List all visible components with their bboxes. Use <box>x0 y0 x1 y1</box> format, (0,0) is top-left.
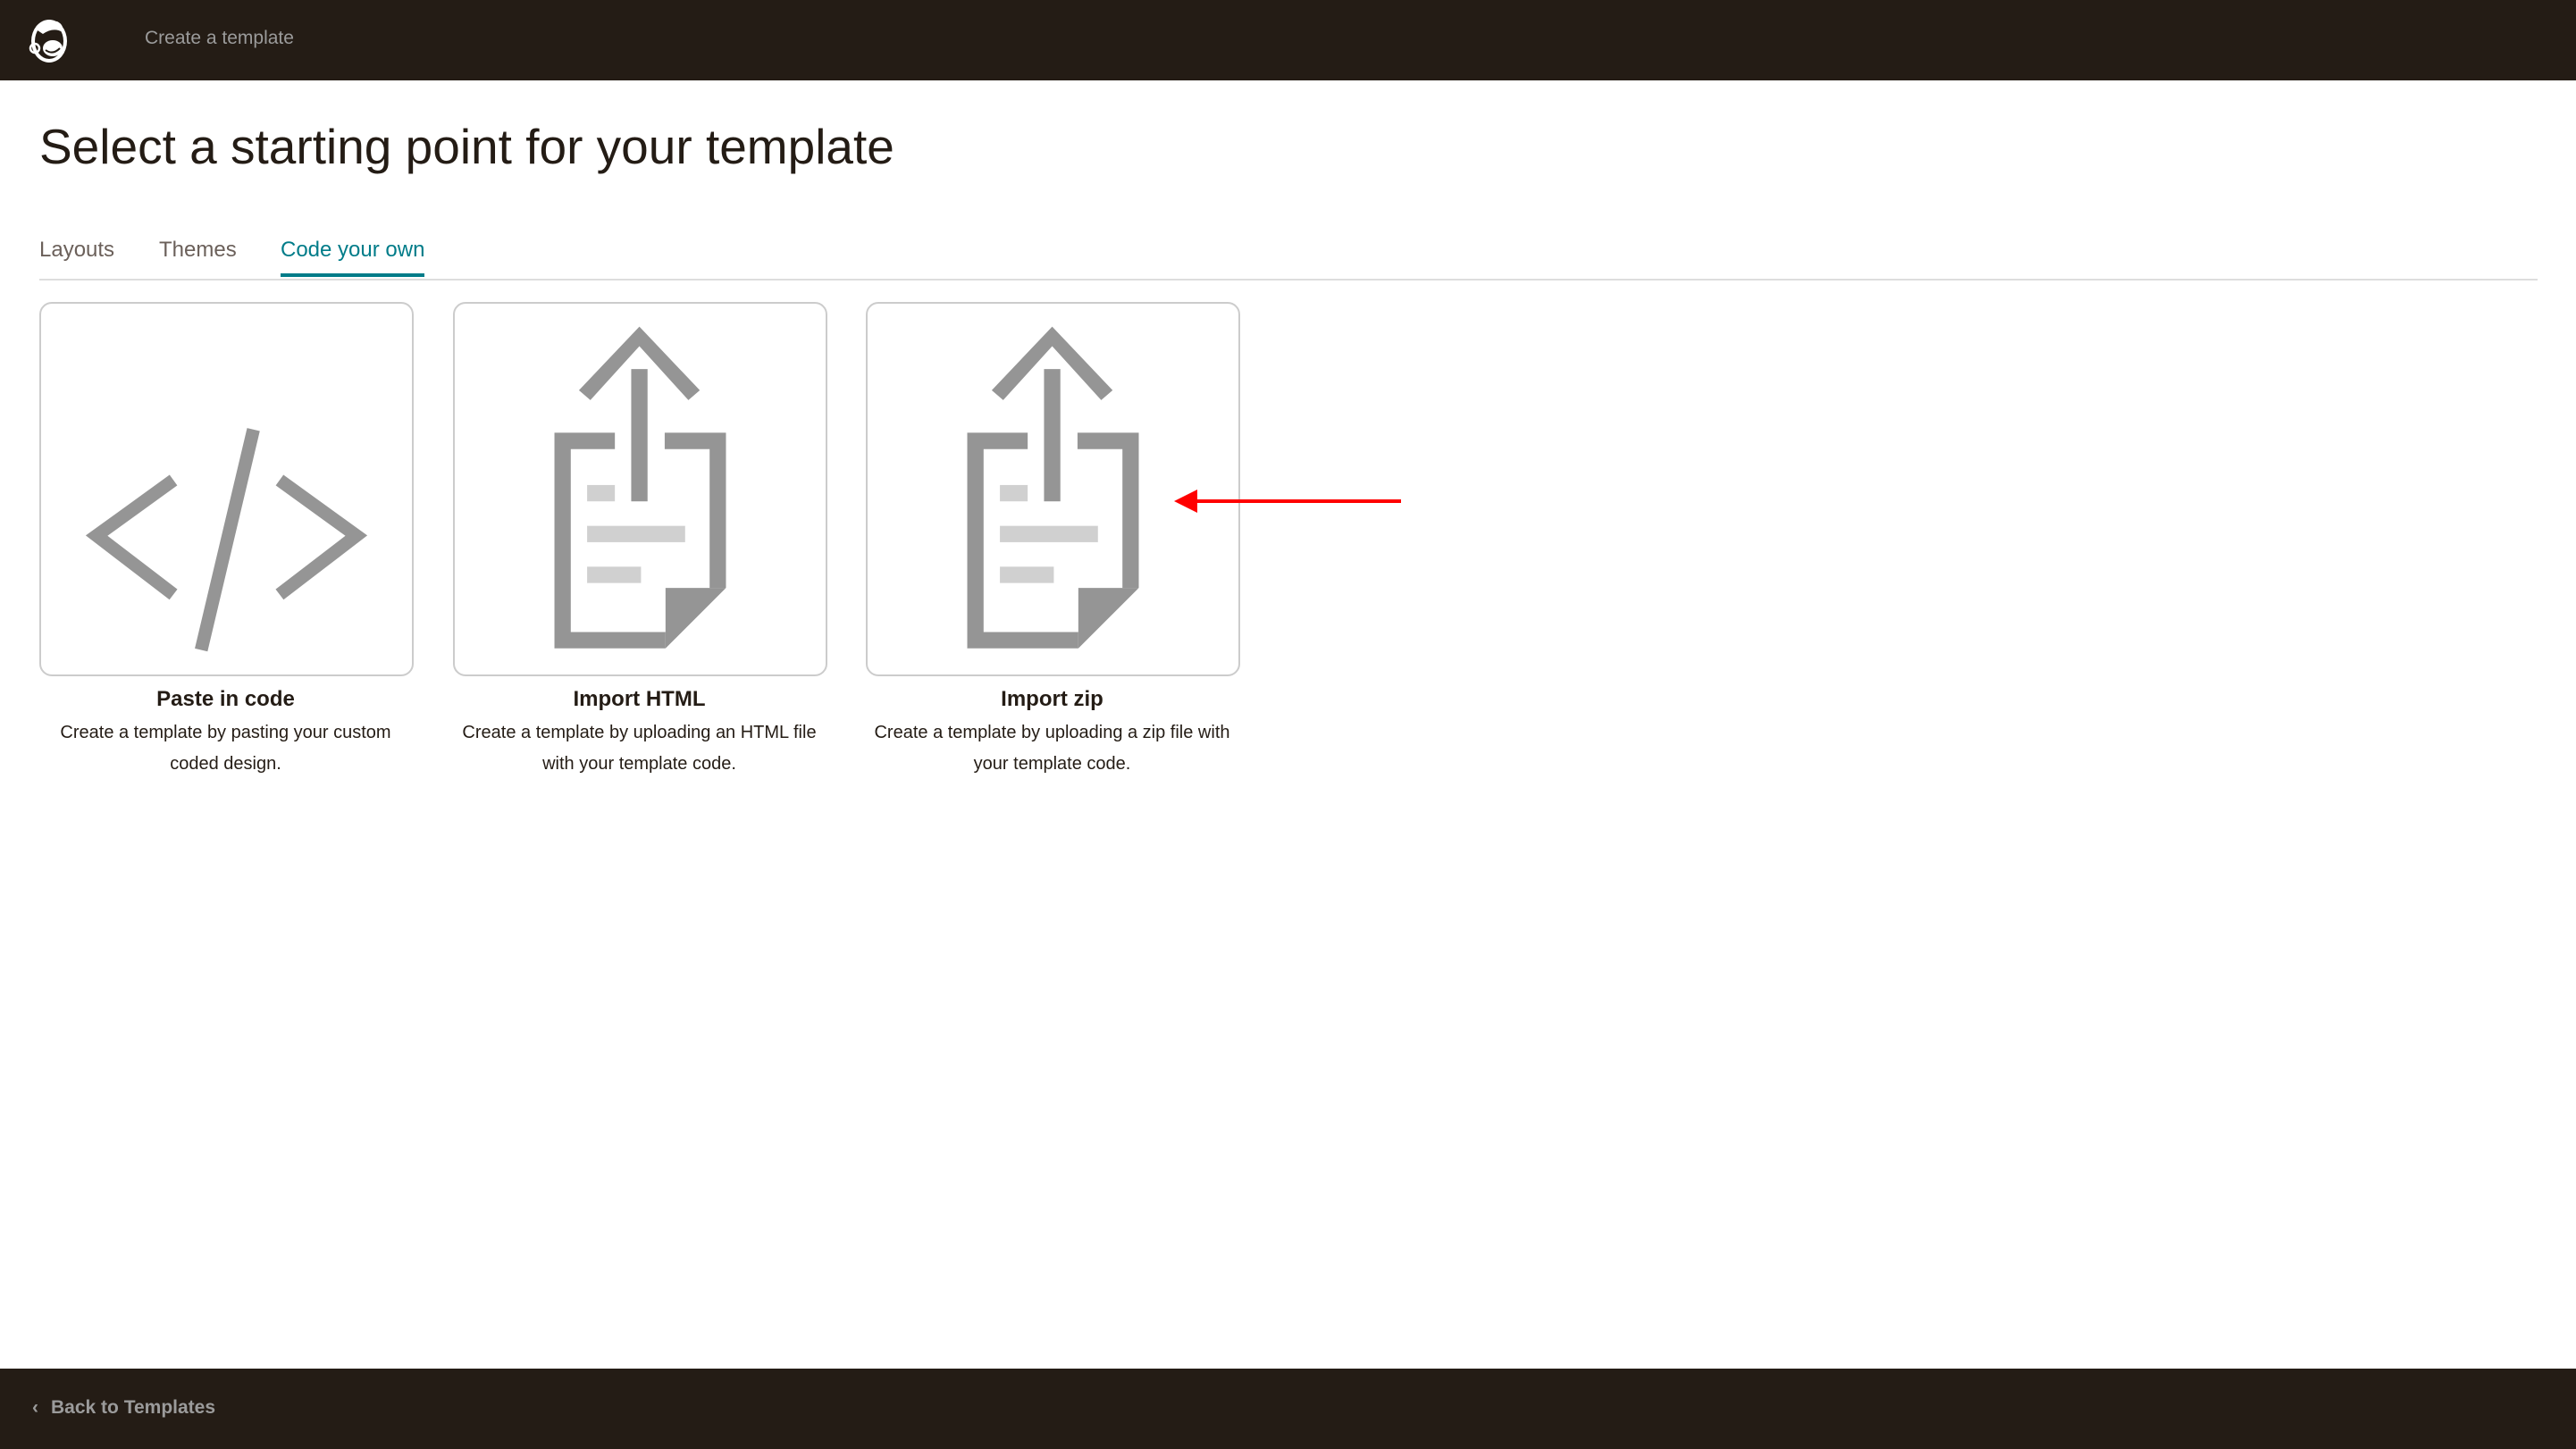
upload-document-icon <box>554 326 726 649</box>
import-html-button[interactable] <box>453 302 827 676</box>
back-to-templates-link[interactable]: ‹ Back to Templates <box>32 1397 215 1419</box>
header-title: Create a template <box>145 28 294 48</box>
card-import-zip[interactable]: Import zip Create a template by uploadin… <box>866 302 1240 780</box>
mailchimp-logo-icon[interactable] <box>23 14 75 66</box>
card-description: Create a template by uploading an HTML f… <box>462 723 817 774</box>
tab-themes[interactable]: Themes <box>159 238 237 273</box>
chevron-left-icon: ‹ <box>32 1397 38 1418</box>
card-paste-in-code[interactable]: Paste in code Create a template by pasti… <box>39 302 414 780</box>
paste-in-code-button[interactable] <box>39 302 414 676</box>
card-description: Create a template by uploading a zip fil… <box>874 723 1230 774</box>
page-title: Select a starting point for your templat… <box>39 119 894 174</box>
red-arrow-annotation-icon <box>1174 490 1401 513</box>
top-bar: Create a template <box>0 0 2576 80</box>
tab-bar: Layouts Themes Code your own <box>39 238 2538 281</box>
back-label: Back to Templates <box>51 1397 216 1418</box>
card-description: Create a template by pasting your custom… <box>60 723 391 774</box>
tab-code-your-own[interactable]: Code your own <box>281 238 425 277</box>
footer-bar: ‹ Back to Templates <box>0 1369 2576 1449</box>
card-title: Paste in code <box>156 687 295 711</box>
card-title: Import zip <box>1001 687 1103 711</box>
tab-layouts[interactable]: Layouts <box>39 238 114 273</box>
card-import-html[interactable]: Import HTML Create a template by uploadi… <box>453 302 827 780</box>
card-title: Import HTML <box>573 687 706 711</box>
code-icon <box>85 428 368 652</box>
